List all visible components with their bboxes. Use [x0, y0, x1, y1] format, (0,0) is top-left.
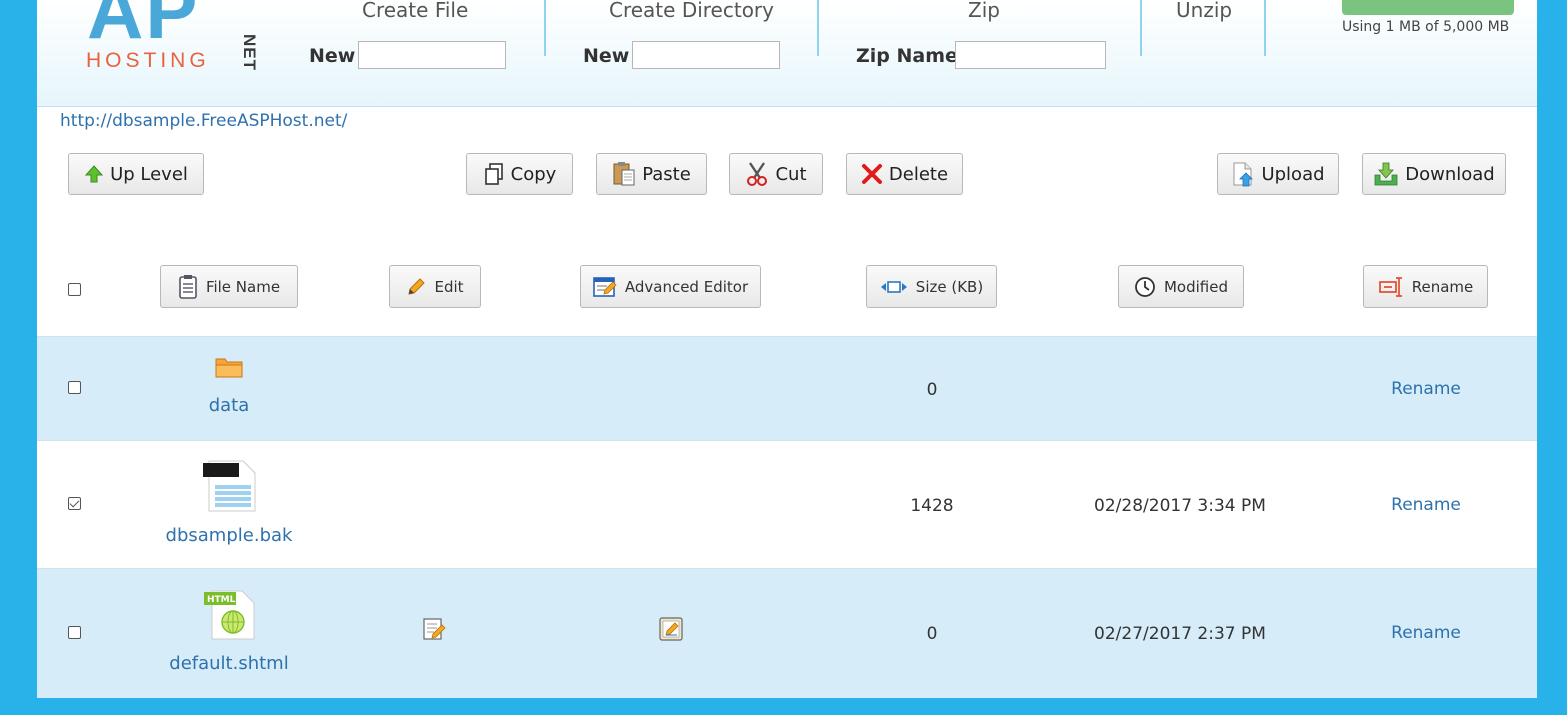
delete-button[interactable]: Delete [846, 153, 963, 195]
create-file-input[interactable] [358, 41, 506, 69]
header: AP HOSTING NET Create File New Create Di… [37, 0, 1537, 107]
header-divider [544, 0, 546, 56]
row-checkbox[interactable] [68, 381, 81, 394]
logo-net-text: NET [240, 34, 259, 71]
modified-column-button[interactable]: Modified [1118, 265, 1244, 308]
cut-label: Cut [775, 163, 807, 185]
create-file-title: Create File [362, 0, 469, 22]
header-divider [1264, 0, 1266, 56]
row-checkbox[interactable] [68, 497, 81, 510]
paste-label: Paste [642, 163, 691, 185]
advanced-editor-icon [593, 276, 617, 297]
clipboard-icon [179, 274, 197, 299]
unzip-title[interactable]: Unzip [1176, 0, 1232, 22]
download-button[interactable]: Download [1362, 153, 1506, 195]
create-directory-section: Create Directory New [581, 0, 821, 95]
svg-text:HTML: HTML [207, 595, 236, 605]
size-column-label: Size (KB) [915, 277, 984, 296]
header-divider [817, 0, 819, 56]
file-modified: 02/28/2017 3:34 PM [1094, 496, 1266, 516]
table-row: data 0 Rename [37, 336, 1537, 440]
file-name-link[interactable]: data [129, 395, 329, 416]
rename-icon [1378, 276, 1402, 297]
backup-file-icon[interactable] [201, 459, 257, 513]
advanced-editor-column-label: Advanced Editor [624, 277, 749, 296]
upload-icon [1233, 162, 1254, 187]
usage-progress-bar [1342, 0, 1514, 15]
create-directory-input[interactable] [632, 41, 780, 69]
copy-button[interactable]: Copy [466, 153, 573, 195]
upload-label: Upload [1261, 163, 1325, 185]
file-modified: 02/27/2017 2:37 PM [1094, 624, 1266, 644]
rename-link[interactable]: Rename [1366, 495, 1486, 515]
pencil-icon [408, 277, 426, 295]
copy-icon [484, 163, 503, 185]
zip-section: Zip Zip Name [854, 0, 1134, 95]
create-directory-title: Create Directory [609, 0, 774, 22]
edit-column-button[interactable]: Edit [389, 265, 481, 308]
size-column-button[interactable]: Size (KB) [866, 265, 997, 308]
select-all-checkbox[interactable] [68, 283, 81, 296]
file-size: 1428 [910, 496, 954, 516]
advanced-edit-file-icon[interactable] [659, 617, 683, 641]
folder-icon[interactable] [215, 355, 243, 379]
file-name-link[interactable]: default.shtml [129, 653, 329, 674]
modified-column-label: Modified [1163, 277, 1228, 296]
file-manager-panel: AP HOSTING NET Create File New Create Di… [37, 0, 1537, 698]
row-checkbox[interactable] [68, 626, 81, 639]
delete-label: Delete [888, 163, 949, 185]
copy-label: Copy [510, 163, 557, 185]
rename-column-label: Rename [1411, 277, 1474, 296]
paste-icon [613, 162, 635, 186]
logo: AP HOSTING NET [83, 0, 259, 80]
download-icon [1374, 162, 1398, 186]
file-size: 0 [926, 624, 938, 644]
rename-column-button[interactable]: Rename [1363, 265, 1488, 308]
site-url-link[interactable]: http://dbsample.FreeASPHost.net/ [60, 111, 347, 131]
rename-link[interactable]: Rename [1366, 623, 1486, 643]
usage-text: Using 1 MB of 5,000 MB [1342, 19, 1510, 35]
up-level-label: Up Level [110, 163, 188, 185]
file-name-column-label: File Name [205, 277, 281, 296]
resize-arrows-icon [880, 280, 907, 293]
arrow-up-icon [84, 165, 104, 183]
edit-column-label: Edit [434, 277, 464, 296]
zip-name-label: Zip Name [856, 45, 958, 67]
x-icon [861, 164, 882, 184]
up-level-button[interactable]: Up Level [68, 153, 204, 195]
scissors-icon [747, 162, 768, 186]
zip-title: Zip [968, 0, 1000, 22]
clock-icon [1135, 276, 1155, 297]
create-directory-label: New [583, 45, 630, 67]
advanced-editor-column-button[interactable]: Advanced Editor [580, 265, 761, 308]
logo-hosting-text: HOSTING [86, 49, 210, 72]
file-size: 0 [926, 380, 938, 400]
zip-name-input[interactable] [955, 41, 1106, 69]
rename-link[interactable]: Rename [1366, 379, 1486, 399]
file-name-column-button[interactable]: File Name [160, 265, 298, 308]
header-divider [1140, 0, 1142, 56]
table-row: dbsample.bak 1428 02/28/2017 3:34 PM Ren… [37, 440, 1537, 568]
paste-button[interactable]: Paste [596, 153, 707, 195]
unzip-section: Unzip [1176, 0, 1277, 95]
create-file-label: New [309, 45, 356, 67]
create-file-section: Create File New [307, 0, 527, 95]
cut-button[interactable]: Cut [729, 153, 823, 195]
html-file-icon[interactable]: HTML [202, 589, 256, 641]
file-name-link[interactable]: dbsample.bak [129, 525, 329, 546]
table-row: HTML default.shtml 0 02/27/2017 2:37 PM … [37, 568, 1537, 698]
edit-file-icon[interactable] [422, 617, 446, 641]
download-label: Download [1405, 163, 1495, 185]
upload-button[interactable]: Upload [1217, 153, 1339, 195]
